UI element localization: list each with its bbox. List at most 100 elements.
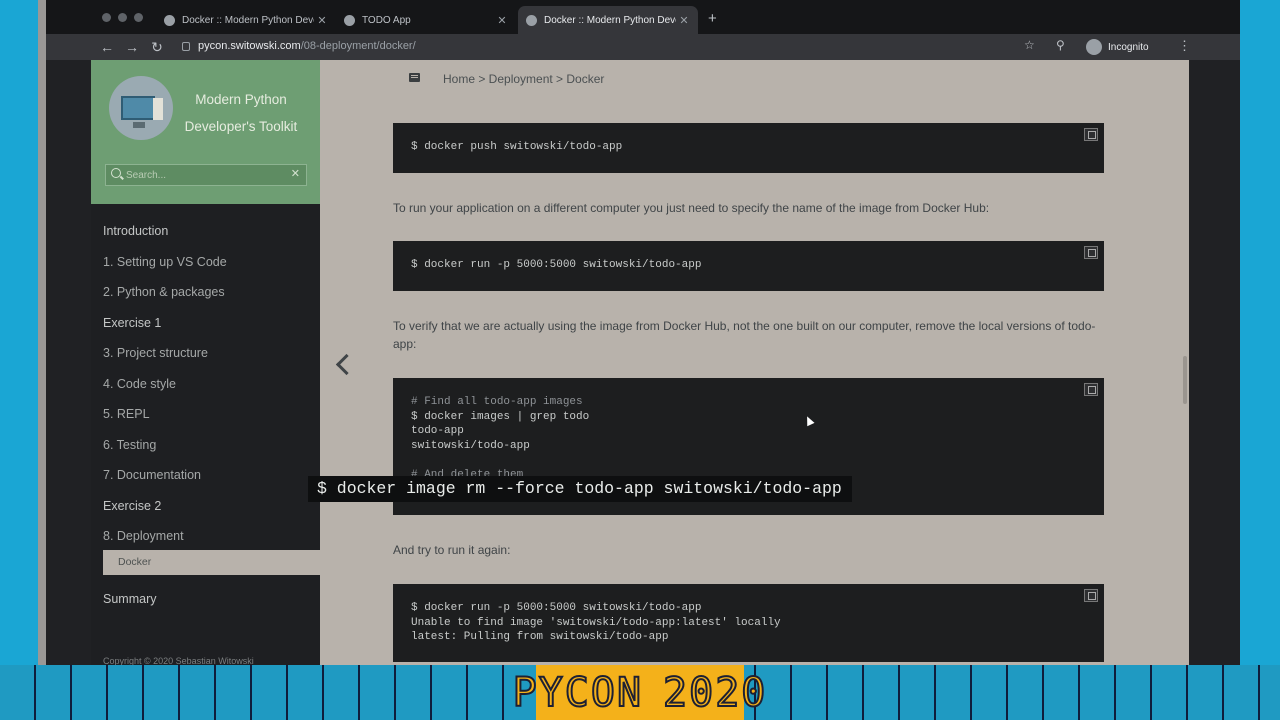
banner-tile	[792, 665, 828, 720]
menu-toggle-icon[interactable]	[409, 73, 420, 82]
tab-close-icon[interactable]: ✕	[314, 14, 330, 27]
scrollbar[interactable]	[1183, 356, 1187, 404]
sidebar-item-exercise-1[interactable]: Exercise 1	[91, 308, 320, 339]
breadcrumb[interactable]: Home > Deployment > Docker	[443, 72, 604, 86]
sidebar-item-repl[interactable]: 5. REPL	[91, 399, 320, 430]
sidebar-item-python-packages[interactable]: 2. Python & packages	[91, 277, 320, 308]
banner-tile	[252, 665, 288, 720]
copy-icon[interactable]	[1084, 246, 1098, 259]
search-box[interactable]: ✕	[105, 164, 307, 186]
tab-title: Docker :: Modern Python Develo	[182, 14, 314, 26]
search-icon	[111, 168, 121, 178]
site-logo[interactable]	[109, 76, 173, 140]
window-edge	[38, 0, 46, 665]
sidebar-item-testing[interactable]: 6. Testing	[91, 430, 320, 461]
code-line: latest: Pulling from switowski/todo-app	[411, 631, 669, 644]
sidebar-item-documentation[interactable]: 7. Documentation	[91, 460, 320, 491]
code-line: todo-app	[411, 425, 464, 438]
copyright-text: Copyright © 2020 Sebastian Witowski	[103, 656, 254, 665]
web-page: Modern Python Developer's Toolkit ✕ Intr…	[91, 60, 1189, 665]
code-block-run: $ docker run -p 5000:5000 switowski/todo…	[393, 241, 1104, 291]
sidebar-item-summary[interactable]: Summary	[103, 592, 156, 606]
browser-window: Docker :: Modern Python Develo ✕ TODO Ap…	[46, 0, 1240, 665]
window-controls[interactable]	[102, 13, 143, 22]
code-line: $ docker push switowski/todo-app	[411, 141, 623, 153]
back-arrow-icon[interactable]: ←	[98, 37, 116, 57]
url-host: pycon.switowski.com	[198, 40, 301, 52]
code-line: switowski/todo-app	[411, 439, 530, 452]
sidebar-item-deployment[interactable]: 8. Deployment	[91, 521, 320, 552]
banner-tile	[108, 665, 144, 720]
banner-tile	[1224, 665, 1260, 720]
banner-tile	[1116, 665, 1152, 720]
banner-tile	[36, 665, 72, 720]
reload-icon[interactable]: ↻	[148, 37, 166, 57]
banner-tile	[828, 665, 864, 720]
sidebar-item-code-style[interactable]: 4. Code style	[91, 369, 320, 400]
incognito-icon	[1086, 39, 1102, 55]
sidebar-item-exercise-2[interactable]: Exercise 2	[91, 491, 320, 522]
close-dot-icon[interactable]	[102, 13, 111, 22]
sidebar-item-docker[interactable]: Docker	[103, 550, 320, 575]
banner-tile	[72, 665, 108, 720]
lock-icon[interactable]	[182, 42, 190, 51]
favicon-icon	[344, 14, 355, 26]
code-line: # Find all todo-app images	[411, 396, 583, 408]
paragraph: To run your application on a different c…	[393, 201, 990, 215]
menu-kebab-icon[interactable]: ⋮	[1178, 38, 1191, 54]
pycon-word: PYCON	[512, 669, 644, 717]
code-block-push: $ docker push switowski/todo-app	[393, 123, 1104, 173]
banner-tile	[1008, 665, 1044, 720]
clear-search-icon[interactable]: ✕	[291, 167, 300, 180]
banner-tile	[468, 665, 504, 720]
banner-tile	[1080, 665, 1116, 720]
sidebar-header: Modern Python Developer's Toolkit ✕	[91, 60, 320, 204]
banner-tile	[936, 665, 972, 720]
banner-tile	[864, 665, 900, 720]
favicon-icon	[164, 14, 175, 26]
site-title-line2: Developer's Toolkit	[184, 119, 298, 134]
pycon-logo: PYCON 2020	[512, 665, 766, 720]
banner-tile	[360, 665, 396, 720]
search-input[interactable]	[126, 168, 286, 182]
sidebar-item-vscode[interactable]: 1. Setting up VS Code	[91, 247, 320, 278]
prev-page-chevron-icon[interactable]	[335, 353, 358, 376]
code-line: $ docker images | grep todo	[411, 410, 590, 423]
copy-icon[interactable]	[1084, 128, 1098, 141]
address-bar[interactable]: pycon.switowski.com/08-deployment/docker…	[198, 40, 416, 52]
banner-tile	[288, 665, 324, 720]
sidebar-item-introduction[interactable]: Introduction	[91, 216, 320, 247]
banner-tile	[1260, 665, 1280, 720]
tab-close-icon[interactable]: ✕	[676, 14, 692, 27]
forward-arrow-icon[interactable]: →	[123, 37, 141, 57]
banner-tile	[216, 665, 252, 720]
favicon-icon	[526, 14, 537, 26]
site-title[interactable]: Modern Python Developer's Toolkit	[183, 86, 299, 140]
banner-tile	[144, 665, 180, 720]
tab-title: TODO App	[362, 14, 411, 26]
bookmark-star-icon[interactable]: ☆	[1024, 38, 1035, 52]
pycon-year: 2020	[662, 669, 768, 717]
incognito-indicator[interactable]: Incognito	[1086, 39, 1149, 55]
tab-title: Docker :: Modern Python Develo	[544, 14, 676, 26]
code-line: $ docker run -p 5000:5000 switowski/todo…	[411, 259, 702, 271]
copy-icon[interactable]	[1084, 383, 1098, 396]
tab-close-icon[interactable]: ✕	[494, 14, 510, 27]
browser-toolbar: ← → ↻ pycon.switowski.com/08-deployment/…	[46, 34, 1240, 60]
nav-menu: Introduction 1. Setting up VS Code 2. Py…	[91, 216, 320, 552]
copy-icon[interactable]	[1084, 589, 1098, 602]
maximize-dot-icon[interactable]	[134, 13, 143, 22]
banner-tile	[0, 665, 36, 720]
minimize-dot-icon[interactable]	[118, 13, 127, 22]
new-tab-button[interactable]: +	[708, 10, 717, 27]
tab-docker-active[interactable]: Docker :: Modern Python Develo ✕	[518, 6, 698, 34]
tab-todo-app[interactable]: TODO App ✕	[336, 6, 516, 34]
extension-icon[interactable]: ⚲	[1056, 38, 1065, 52]
sidebar-item-project-structure[interactable]: 3. Project structure	[91, 338, 320, 369]
code-line: Unable to find image 'switowski/todo-app…	[411, 616, 781, 629]
tab-docker-1[interactable]: Docker :: Modern Python Develo ✕	[156, 6, 336, 34]
url-path: /08-deployment/docker/	[300, 40, 416, 52]
banner-tile	[1152, 665, 1188, 720]
code-line: $ docker run -p 5000:5000 switowski/todo…	[411, 602, 702, 614]
